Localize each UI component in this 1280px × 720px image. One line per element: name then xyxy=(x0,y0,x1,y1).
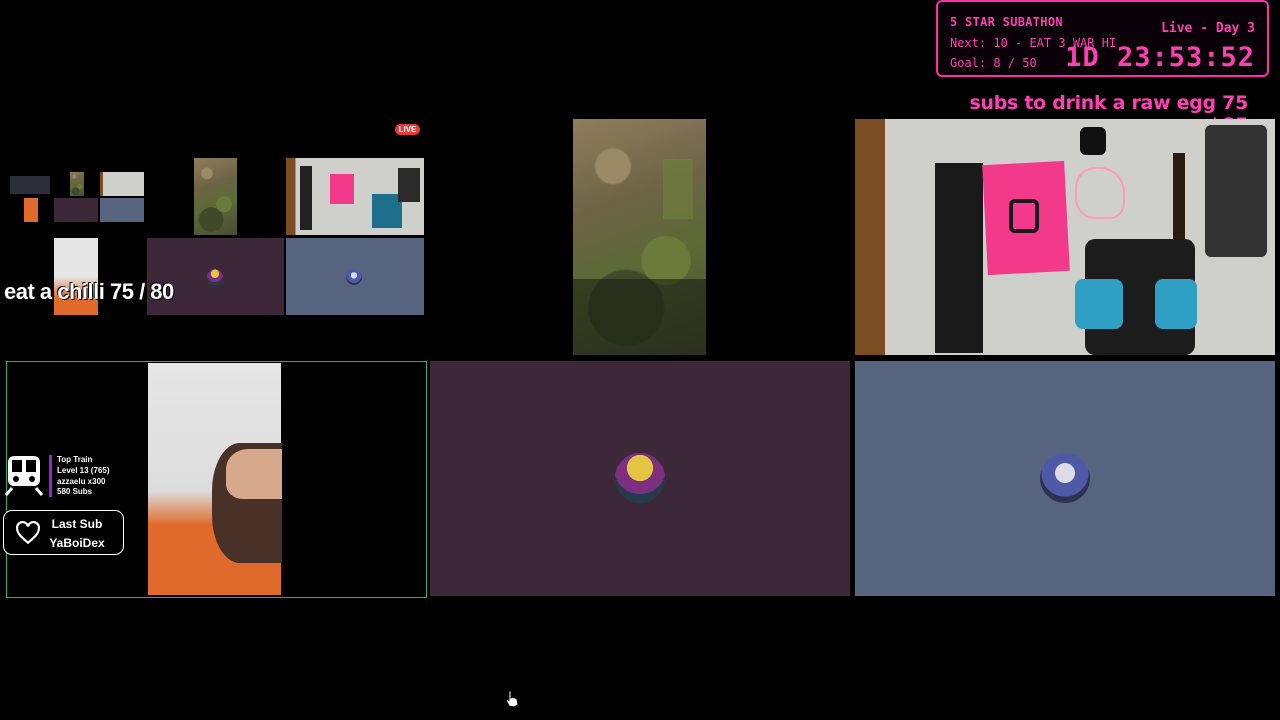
last-sub-label: Last Sub xyxy=(51,517,103,531)
mini-grass-feed xyxy=(194,158,237,235)
mini-steel-feed xyxy=(286,238,424,315)
mini-room-feed xyxy=(286,158,424,235)
hand-cursor-icon xyxy=(505,690,519,708)
last-sub-name: YaBoiDex xyxy=(49,536,105,550)
top-train-title: Top Train xyxy=(57,455,93,464)
mini-steel-avatar xyxy=(346,269,362,285)
steel-feed-avatar xyxy=(1040,453,1090,503)
mini-plum-avatar xyxy=(207,269,223,285)
subathon-goal: Goal: 8 / 50 xyxy=(950,56,1037,70)
plum-feed xyxy=(430,361,850,596)
heart-icon xyxy=(15,520,41,546)
subathon-title: 5 STAR SUBATHON xyxy=(950,15,1063,29)
nested-grid-thumbnail xyxy=(8,170,145,225)
subathon-panel: 5 STAR SUBATHON Next: 10 - EAT 3 WAR HI … xyxy=(936,0,1269,77)
top-train-bar xyxy=(49,455,52,497)
last-sub-widget: Last Sub YaBoiDex xyxy=(3,510,124,555)
top-train-contributor: azzaelu x300 xyxy=(57,476,106,486)
live-badge: LIVE xyxy=(395,124,420,135)
train-icon xyxy=(4,454,44,496)
chilli-goal: eat a chilli 75 / 80 xyxy=(4,279,174,304)
subathon-timer: 1D 23:53:52 xyxy=(1065,42,1255,73)
gaming-room-feed xyxy=(855,119,1275,355)
top-train-subs: 580 Subs xyxy=(57,487,93,497)
top-train-info: Top Train Level 13 (765) azzaelu x300 58… xyxy=(57,455,109,498)
plum-feed-avatar xyxy=(615,453,665,503)
grass-feed xyxy=(573,119,706,355)
person-feed xyxy=(148,363,282,595)
top-train-level: Level 13 (765) xyxy=(57,465,110,475)
steel-feed xyxy=(855,361,1275,596)
live-day: Live - Day 3 xyxy=(1161,21,1255,36)
